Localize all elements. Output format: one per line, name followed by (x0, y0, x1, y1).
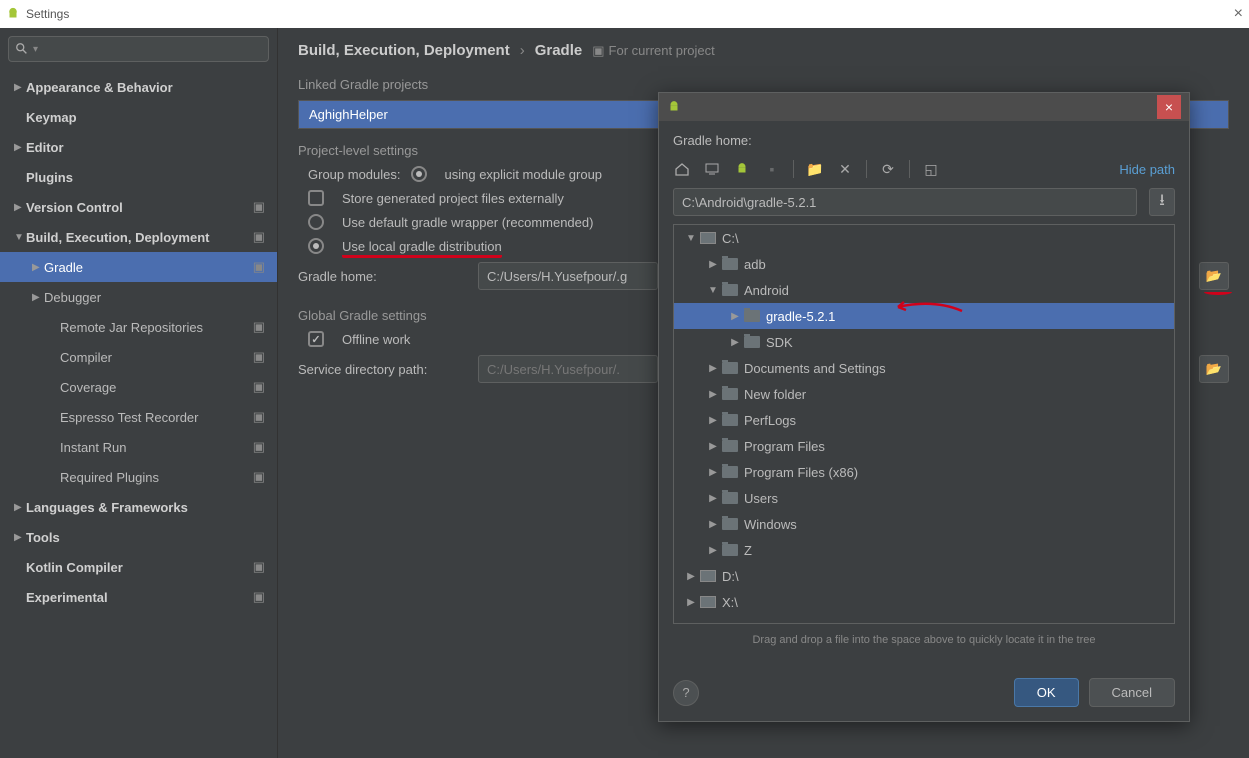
file-tree-item[interactable]: ▶New folder (674, 381, 1174, 407)
annotation-arrow (894, 297, 964, 317)
service-dir-label: Service directory path: (298, 362, 468, 377)
settings-tree: ▶Appearance & BehaviorKeymap▶EditorPlugi… (0, 72, 277, 758)
sidebar-item[interactable]: ▼Build, Execution, Deployment▣ (0, 222, 277, 252)
android-icon (667, 100, 681, 114)
sidebar-item[interactable]: ▶Editor (0, 132, 277, 162)
path-input[interactable] (673, 188, 1137, 216)
use-local-label: Use local gradle distribution (342, 239, 502, 254)
sidebar-item[interactable]: Espresso Test Recorder▣ (0, 402, 277, 432)
file-tree-item[interactable]: ▶D:\ (674, 563, 1174, 589)
file-tree-item[interactable]: ▶Windows (674, 511, 1174, 537)
file-tree-item[interactable]: ▶Z (674, 537, 1174, 563)
file-tree-item[interactable]: ▼C:\ (674, 225, 1174, 251)
sidebar-item[interactable]: ▶Version Control▣ (0, 192, 277, 222)
breadcrumb-part[interactable]: Build, Execution, Deployment (298, 42, 510, 59)
cancel-button[interactable]: Cancel (1089, 678, 1175, 707)
file-tree-item[interactable]: ▶Program Files (674, 433, 1174, 459)
search-input[interactable]: ▾ (8, 36, 269, 62)
dialog-label: Gradle home: (673, 133, 1175, 148)
project-icon[interactable] (733, 160, 751, 178)
sidebar-item[interactable]: Keymap (0, 102, 277, 132)
group-modules-radio[interactable] (411, 166, 427, 182)
linked-projects-label: Linked Gradle projects (298, 77, 1229, 92)
dialog-close-button[interactable]: × (1157, 95, 1181, 119)
file-chooser-dialog: × Gradle home: ▪ 📁 ✕ ⟳ ◱ Hide path ⭳ ▼C:… (658, 92, 1190, 722)
browse-service-dir-button[interactable]: 📂 (1199, 355, 1229, 383)
sidebar-item[interactable]: ▶Gradle▣ (0, 252, 277, 282)
group-modules-label: Group modules: (308, 167, 401, 182)
project-icon: ▣ (592, 43, 604, 59)
current-project-label: ▣ For current project (592, 43, 715, 59)
delete-icon[interactable]: ✕ (836, 160, 854, 178)
file-tree-item[interactable]: ▶Documents and Settings (674, 355, 1174, 381)
browse-gradle-home-button[interactable]: 📂 (1199, 262, 1229, 290)
file-tree-item[interactable]: ▶SDK (674, 329, 1174, 355)
sidebar-item[interactable]: Coverage▣ (0, 372, 277, 402)
show-hidden-icon[interactable]: ◱ (922, 160, 940, 178)
file-tree-item[interactable]: ▶Program Files (x86) (674, 459, 1174, 485)
module-icon: ▪ (763, 160, 781, 178)
gradle-home-input[interactable] (478, 262, 658, 290)
dialog-toolbar: ▪ 📁 ✕ ⟳ ◱ Hide path (673, 160, 1175, 178)
refresh-icon[interactable]: ⟳ (879, 160, 897, 178)
breadcrumb-part: Gradle (535, 42, 583, 59)
window-titlebar: Settings × (0, 0, 1249, 28)
file-tree-item[interactable]: ▶X:\ (674, 589, 1174, 615)
store-external-checkbox[interactable] (308, 190, 324, 206)
sidebar-item[interactable]: Remote Jar Repositories▣ (0, 312, 277, 342)
android-icon (6, 7, 20, 21)
dialog-titlebar: × (659, 93, 1189, 121)
home-icon[interactable] (673, 160, 691, 178)
hide-path-link[interactable]: Hide path (1119, 162, 1175, 177)
sidebar-item[interactable]: Plugins (0, 162, 277, 192)
sidebar-item[interactable]: ▶Tools (0, 522, 277, 552)
sidebar-item[interactable]: Kotlin Compiler▣ (0, 552, 277, 582)
group-modules-option: using explicit module group (445, 167, 603, 182)
sidebar-item[interactable]: Required Plugins▣ (0, 462, 277, 492)
ok-button[interactable]: OK (1014, 678, 1079, 707)
help-button[interactable]: ? (673, 680, 699, 706)
service-dir-input[interactable] (478, 355, 658, 383)
use-local-radio[interactable] (308, 238, 324, 254)
offline-work-checkbox[interactable] (308, 331, 324, 347)
drag-drop-hint: Drag and drop a file into the space abov… (673, 634, 1175, 646)
store-external-label: Store generated project files externally (342, 191, 564, 206)
file-tree[interactable]: ▼C:\▶adb▼Android▶gradle-5.2.1▶SDK▶Docume… (673, 224, 1175, 624)
dropdown-icon: ▾ (33, 44, 38, 55)
sidebar-item[interactable]: Instant Run▣ (0, 432, 277, 462)
search-icon (15, 42, 29, 56)
window-title: Settings (26, 7, 69, 21)
new-folder-icon[interactable]: 📁 (806, 160, 824, 178)
close-icon[interactable]: × (1234, 5, 1243, 23)
file-tree-item[interactable]: ▶PerfLogs (674, 407, 1174, 433)
sidebar-item[interactable]: Compiler▣ (0, 342, 277, 372)
gradle-home-label: Gradle home: (298, 269, 468, 284)
desktop-icon[interactable] (703, 160, 721, 178)
sidebar-item[interactable]: Experimental▣ (0, 582, 277, 612)
sidebar-item[interactable]: ▶Debugger (0, 282, 277, 312)
breadcrumb: Build, Execution, Deployment › Gradle ▣ … (298, 42, 1229, 59)
settings-sidebar: ▾ ▶Appearance & BehaviorKeymap▶EditorPlu… (0, 28, 278, 758)
history-button[interactable]: ⭳ (1149, 188, 1175, 216)
offline-work-label: Offline work (342, 332, 410, 347)
sidebar-item[interactable]: ▶Languages & Frameworks (0, 492, 277, 522)
sidebar-item[interactable]: ▶Appearance & Behavior (0, 72, 277, 102)
use-default-label: Use default gradle wrapper (recommended) (342, 215, 593, 230)
chevron-right-icon: › (520, 42, 525, 59)
file-tree-item[interactable]: ▶Users (674, 485, 1174, 511)
use-default-radio[interactable] (308, 214, 324, 230)
file-tree-item[interactable]: ▶adb (674, 251, 1174, 277)
